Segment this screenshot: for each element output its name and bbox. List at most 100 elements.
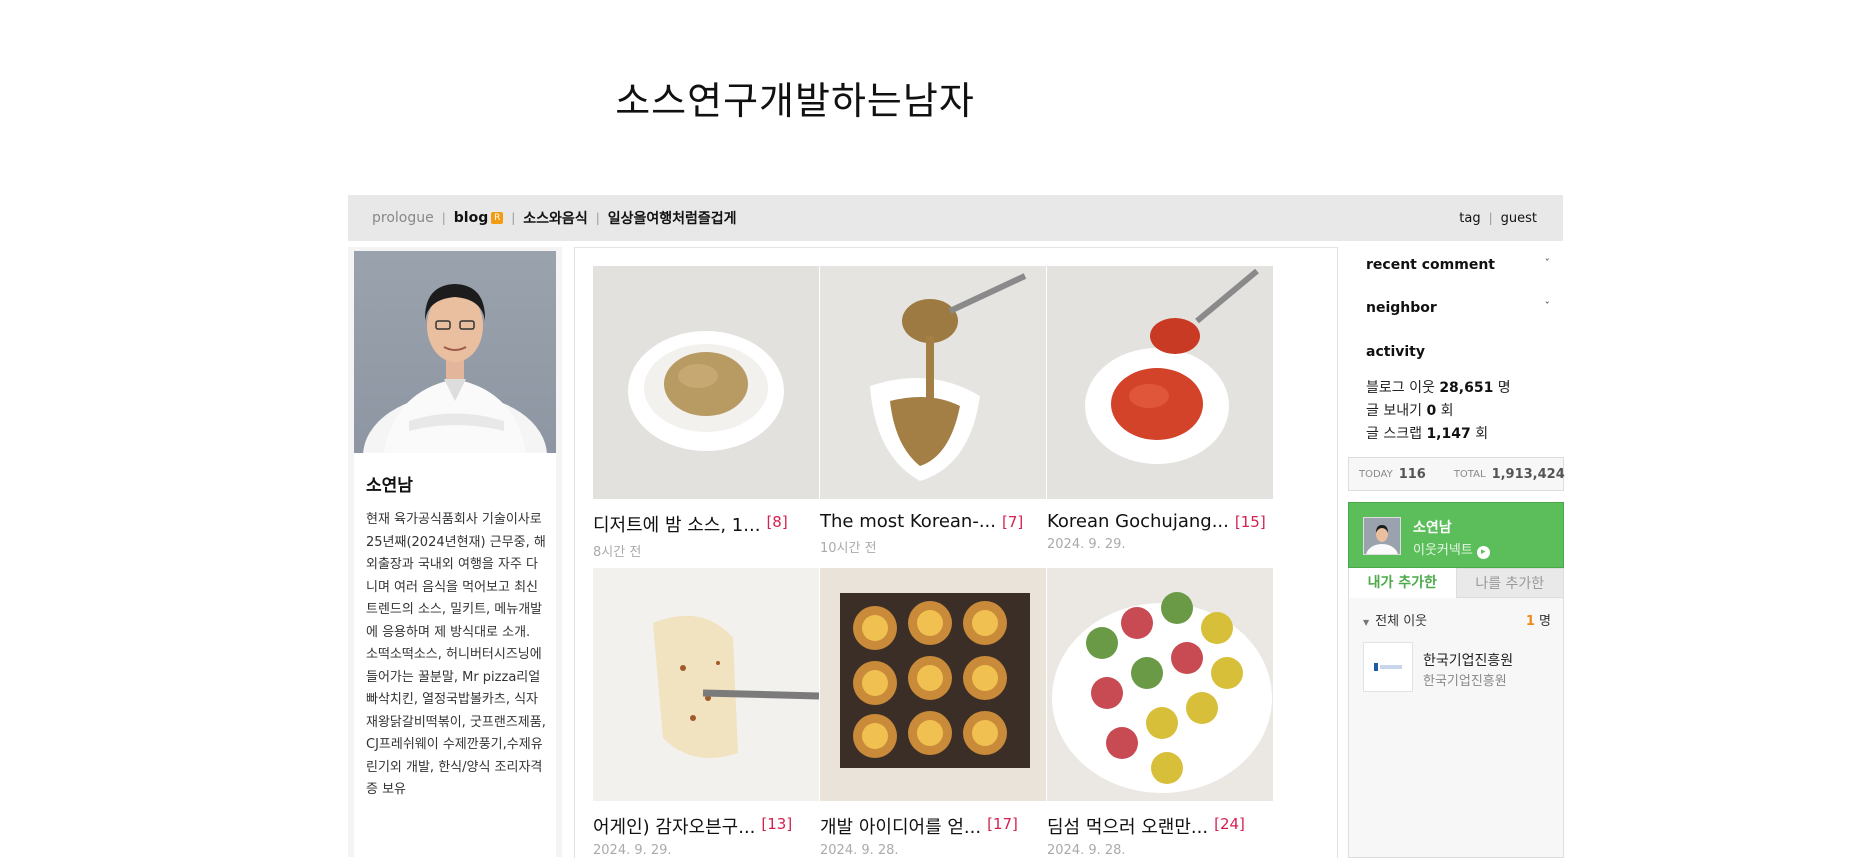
activity-stats: 블로그 이웃 28,651 명 글 보내기 0 회 글 스크랩 1,147 회	[1366, 377, 1511, 446]
post-title[interactable]: 어게인) 감자오븐구...	[593, 813, 755, 839]
post-date: 2024. 9. 29.	[1047, 537, 1126, 552]
post-thumbnail[interactable]	[1047, 266, 1273, 499]
menu-right: tag | guest	[1459, 195, 1537, 241]
neighbor-heading[interactable]: neighbor	[1366, 300, 1437, 316]
rss-icon[interactable]: R	[491, 212, 504, 224]
stat-value: 0	[1426, 403, 1437, 419]
post-thumbnail[interactable]	[820, 266, 1046, 499]
post-comment-count[interactable]: [7]	[1002, 511, 1023, 533]
post-title-row[interactable]: 딤섬 먹으러 오랜만... [24]	[1047, 813, 1273, 839]
post-date: 2024. 9. 28.	[1047, 843, 1126, 858]
post-thumbnail[interactable]	[1047, 568, 1273, 801]
menu-separator: |	[595, 211, 600, 225]
profile-description: 현재 육가공식품회사 기술이사로 25년째(2024년현재) 근무중, 해외출장…	[366, 512, 546, 797]
stat-unit: 회	[1475, 426, 1489, 442]
stat-label: 글 스크랩	[1366, 426, 1422, 442]
stat-unit: 명	[1497, 380, 1511, 396]
all-neighbors-toggle[interactable]: ▼ 전체 이웃	[1363, 610, 1427, 629]
activity-heading: activity	[1366, 344, 1425, 360]
chevron-down-icon[interactable]: ˇ	[1545, 300, 1551, 313]
neighbor-box-name[interactable]: 소연남	[1413, 517, 1452, 537]
stat-sends: 글 보내기 0 회	[1366, 400, 1511, 423]
visitor-counter: TODAY 116 TOTAL 1,913,424	[1348, 457, 1565, 491]
post-date: 8시간 전	[593, 545, 642, 560]
post-title[interactable]: Korean Gochujang...	[1047, 511, 1229, 533]
post-title-row[interactable]: The most Korean-... [7]	[820, 511, 1046, 533]
stat-scraps: 글 스크랩 1,147 회	[1366, 423, 1511, 446]
neighbor-count: 1 명	[1526, 610, 1551, 629]
stat-label: 블로그 이웃	[1366, 380, 1435, 396]
post-date: 2024. 9. 28.	[820, 843, 899, 858]
menu-separator: |	[511, 211, 516, 225]
neighbor-connect-label[interactable]: 이웃커넥트	[1413, 543, 1473, 558]
blog-title[interactable]: 소스연구개발하는남자	[0, 70, 1590, 125]
stat-neighbors: 블로그 이웃 28,651 명	[1366, 377, 1511, 400]
post-title-row[interactable]: 디저트에 밤 소스, 1... [8]	[593, 511, 819, 537]
post-comment-count[interactable]: [13]	[761, 813, 792, 839]
neighbor-logo[interactable]	[1363, 642, 1413, 692]
arrow-right-icon[interactable]: ▸	[1476, 546, 1490, 559]
post-title-row[interactable]: Korean Gochujang... [15]	[1047, 511, 1273, 533]
post-title-row[interactable]: 개발 아이디어를 얻... [17]	[820, 813, 1046, 839]
menu-tag[interactable]: tag	[1459, 211, 1480, 226]
neighbor-count-unit: 명	[1539, 614, 1551, 629]
post-thumbnail[interactable]	[820, 568, 1046, 801]
post-title[interactable]: 개발 아이디어를 얻...	[820, 813, 981, 839]
tab-others[interactable]: 나를 추가한	[1455, 568, 1564, 598]
chevron-down-icon[interactable]: ˇ	[1545, 257, 1551, 270]
stat-label: 글 보내기	[1366, 403, 1422, 419]
triangle-down-icon: ▼	[1363, 618, 1370, 627]
profile-card: 소연남 현재 육가공식품회사 기술이사로 25년째(2024년현재) 근무중, …	[354, 251, 556, 857]
post-thumbnail[interactable]	[593, 568, 819, 801]
post-title[interactable]: The most Korean-...	[820, 511, 996, 533]
recent-comment-heading[interactable]: recent comment	[1366, 257, 1495, 273]
neighbor-desc: 한국기업진흥원	[1423, 674, 1507, 689]
menu-sauce-food[interactable]: 소스와음식	[523, 208, 587, 228]
post-date: 10시간 전	[820, 541, 877, 556]
menu-prologue[interactable]: prologue	[372, 210, 434, 226]
category-menu-bar: prologue | blog R | 소스와음식 | 일상을여행처럼즐겁게 t…	[348, 195, 1563, 241]
post-comment-count[interactable]: [15]	[1235, 511, 1266, 533]
today-label: TODAY	[1359, 468, 1393, 480]
post-card[interactable]: 어게인) 감자오븐구... [13] 2024. 9. 29.	[593, 568, 819, 858]
neighbor-connect-link[interactable]: 이웃커넥트 ▸	[1413, 539, 1490, 559]
neighbor-name[interactable]: 한국기업진흥원	[1423, 650, 1513, 670]
post-comment-count[interactable]: [8]	[766, 511, 787, 537]
menu-daily-travel[interactable]: 일상을여행처럼즐겁게	[608, 208, 737, 228]
post-title-row[interactable]: 어게인) 감자오븐구... [13]	[593, 813, 819, 839]
menu-separator: |	[1488, 211, 1493, 225]
neighbor-count-value: 1	[1525, 614, 1535, 629]
post-card[interactable]: 개발 아이디어를 얻... [17] 2024. 9. 28.	[820, 568, 1046, 858]
profile-name: 소연남	[366, 476, 413, 496]
total-value: 1,913,424	[1491, 466, 1565, 482]
post-list-panel: 디저트에 밤 소스, 1... [8] 8시간 전 The most Korea…	[574, 247, 1338, 858]
stat-value: 28,651	[1439, 380, 1494, 396]
post-card[interactable]: 딤섬 먹으러 오랜만... [24] 2024. 9. 28.	[1047, 568, 1273, 858]
today-value: 116	[1398, 466, 1426, 482]
menu-left: prologue | blog R | 소스와음식 | 일상을여행처럼즐겁게	[372, 195, 737, 241]
menu-blog[interactable]: blog	[454, 210, 488, 226]
avatar[interactable]	[1363, 517, 1401, 568]
neighbor-tabs: 내가 추가한 나를 추가한	[1348, 568, 1564, 598]
post-date: 2024. 9. 29.	[593, 843, 672, 858]
post-comment-count[interactable]: [24]	[1214, 813, 1245, 839]
post-card[interactable]: Korean Gochujang... [15] 2024. 9. 29.	[1047, 266, 1273, 552]
neighbor-connect-box: 소연남 이웃커넥트 ▸	[1348, 502, 1564, 568]
post-comment-count[interactable]: [17]	[987, 813, 1018, 839]
total-label: TOTAL	[1453, 468, 1486, 480]
post-card[interactable]: The most Korean-... [7] 10시간 전	[820, 266, 1046, 556]
profile-photo[interactable]	[354, 251, 556, 453]
all-neighbors-label[interactable]: 전체 이웃	[1375, 614, 1427, 629]
menu-separator: |	[441, 211, 446, 225]
stat-unit: 회	[1440, 403, 1454, 419]
menu-guest[interactable]: guest	[1501, 211, 1537, 226]
post-title[interactable]: 디저트에 밤 소스, 1...	[593, 511, 760, 537]
post-card[interactable]: 디저트에 밤 소스, 1... [8] 8시간 전	[593, 266, 819, 560]
profile-panel: 소연남 현재 육가공식품회사 기술이사로 25년째(2024년현재) 근무중, …	[348, 247, 562, 857]
post-title[interactable]: 딤섬 먹으러 오랜만...	[1047, 813, 1208, 839]
stat-value: 1,147	[1426, 426, 1471, 442]
post-thumbnail[interactable]	[593, 266, 819, 499]
tab-mine[interactable]: 내가 추가한	[1348, 568, 1456, 598]
right-sidebar: recent comment ˇ neighbor ˇ activity 블로그…	[1348, 247, 1565, 858]
neighbor-list: ▼ 전체 이웃 1 명 한국기업진흥원 한국기업진흥원	[1348, 598, 1564, 858]
